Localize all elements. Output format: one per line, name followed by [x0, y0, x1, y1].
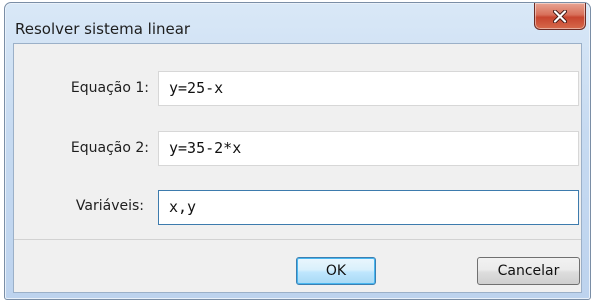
ok-button[interactable]: OK [296, 257, 376, 285]
equation2-label: Equação 2: [70, 140, 149, 156]
equation2-input[interactable]: y=35-2*x [158, 131, 579, 166]
close-button[interactable] [534, 3, 586, 30]
window-title: Resolver sistema linear [15, 20, 191, 38]
equation1-label: Equação 1: [70, 80, 149, 96]
dialog-window: Resolver sistema linear Equação 1: y=25-… [4, 2, 591, 300]
title-bar[interactable]: Resolver sistema linear [5, 3, 590, 43]
equation1-input[interactable]: y=25-x [158, 71, 579, 106]
dialog-body: Equação 1: y=25-x Equação 2: y=35-2*x Va… [13, 43, 582, 293]
variables-input[interactable]: x,y [158, 190, 579, 225]
variables-label: Variáveis: [75, 198, 144, 214]
close-icon [553, 9, 567, 23]
separator [14, 239, 581, 240]
cancel-button[interactable]: Cancelar [477, 257, 580, 285]
